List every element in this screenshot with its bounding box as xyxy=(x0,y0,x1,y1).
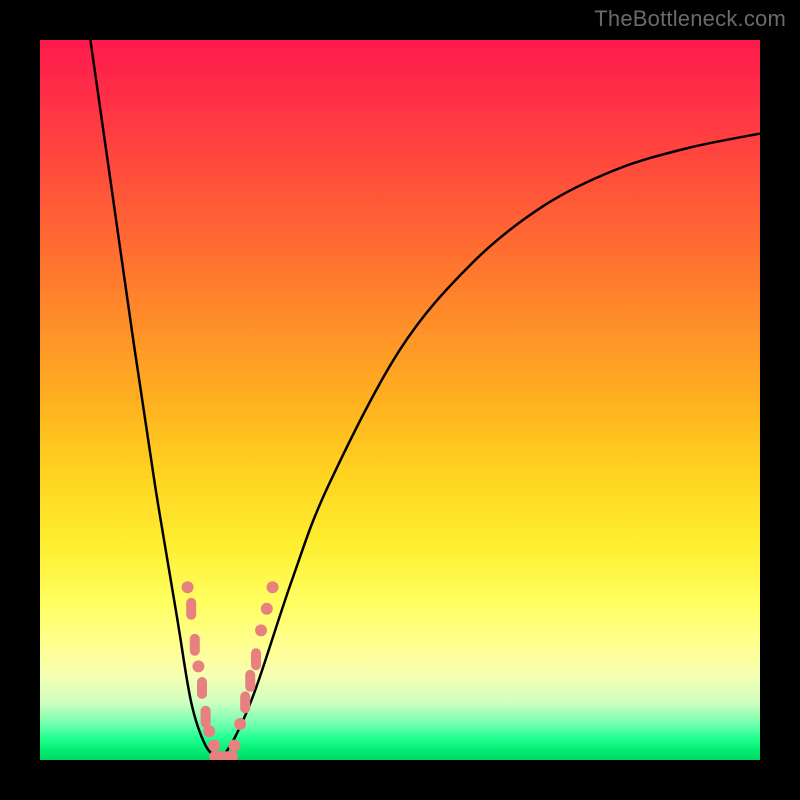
highlight-marker xyxy=(255,624,267,636)
bottleneck-curve-left xyxy=(90,40,220,760)
highlight-marker xyxy=(245,670,255,692)
highlight-marker xyxy=(216,751,238,760)
highlight-marker xyxy=(186,598,196,620)
chart-frame: TheBottleneck.com xyxy=(0,0,800,800)
highlight-marker xyxy=(208,740,220,752)
highlight-marker xyxy=(261,603,273,615)
highlight-marker xyxy=(267,581,279,593)
bottleneck-curve-right xyxy=(220,134,760,760)
highlight-marker xyxy=(203,725,215,737)
highlight-markers xyxy=(182,581,279,760)
highlight-marker xyxy=(234,718,246,730)
plot-area xyxy=(40,40,760,760)
curve-layer xyxy=(40,40,760,760)
watermark-text: TheBottleneck.com xyxy=(594,6,786,32)
highlight-marker xyxy=(192,660,204,672)
highlight-marker xyxy=(197,677,207,699)
highlight-marker xyxy=(190,634,200,656)
highlight-marker xyxy=(251,648,261,670)
highlight-marker xyxy=(228,740,240,752)
highlight-marker xyxy=(201,706,211,728)
highlight-marker xyxy=(182,581,194,593)
highlight-marker xyxy=(240,691,250,713)
